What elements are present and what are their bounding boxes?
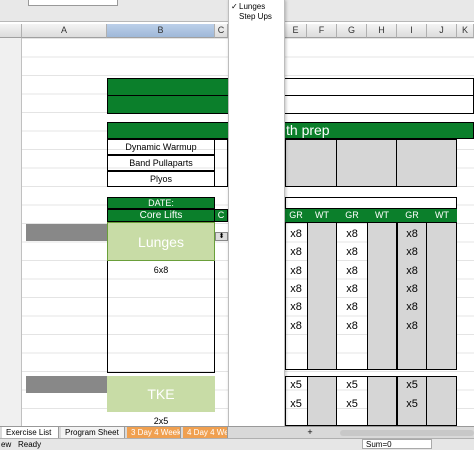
dropdown-arrow-icon[interactable]: ⬍ (215, 232, 228, 241)
warmup-week2 (337, 139, 397, 187)
view-label[interactable]: ew (1, 439, 11, 450)
program-title: th prep (286, 122, 330, 138)
warmup-dynamic: Dynamic Warmup (107, 139, 215, 155)
column-header-h[interactable]: H (367, 24, 397, 38)
ex1-week3-wt[interactable] (427, 222, 457, 370)
row-headers[interactable] (0, 38, 22, 426)
warmup-plyos: Plyos (107, 171, 215, 187)
header-wt-1: WT (307, 209, 337, 222)
column-header-a[interactable]: A (22, 24, 107, 38)
ex2-week1-wt[interactable] (307, 376, 337, 426)
column-header-g[interactable]: G (337, 24, 367, 38)
exercise1-row-marker (26, 224, 107, 241)
column-header-f[interactable]: F (307, 24, 337, 38)
exercise2-scheme: 2x5 (153, 416, 169, 426)
exercise2-row-marker (26, 376, 107, 393)
warmup-week3 (397, 139, 457, 187)
title-row-2-right (285, 96, 474, 114)
ex1-week2-wt[interactable] (367, 222, 397, 370)
ex2-rep-r1-w2[interactable]: x5 (337, 376, 367, 395)
warmup-week1 (285, 139, 337, 187)
ex1-rep-r5-w1[interactable]: x8 (285, 298, 307, 316)
header-gr-3: GR (397, 209, 427, 222)
ex1-rep-r6-w3[interactable]: x8 (397, 317, 427, 335)
exercise1-block (107, 261, 215, 373)
column-header-k[interactable]: K (457, 24, 474, 38)
ex1-rep-r5-w2[interactable]: x8 (337, 298, 367, 316)
header-wt-2: WT (367, 209, 397, 222)
ex1-rep-r4-w3[interactable]: x8 (397, 280, 427, 298)
validation-dropdown[interactable]: ✓ Lunges Step Ups (228, 0, 285, 450)
ex1-rep-r6-w1[interactable]: x8 (285, 317, 307, 335)
warmup-band-pullaparts: Band Pullaparts (107, 155, 215, 171)
program-title-bar: th prep (107, 122, 474, 139)
ex1-rep-r1-w1[interactable]: x8 (285, 225, 307, 243)
dropdown-item-step-ups[interactable]: Step Ups (239, 12, 272, 21)
header-gr-2: GR (337, 209, 367, 222)
status-ready: Ready (18, 440, 42, 449)
ex1-rep-r3-w3[interactable]: x8 (397, 262, 427, 280)
ex1-rep-r5-w3[interactable]: x8 (397, 298, 427, 316)
dropdown-item-lunges[interactable]: Lunges (239, 2, 265, 11)
column-header-b[interactable]: B (107, 24, 215, 38)
ex2-week3-wt[interactable] (427, 376, 457, 426)
ex1-rep-r3-w1[interactable]: x8 (285, 262, 307, 280)
column-header-i[interactable]: I (397, 24, 427, 38)
name-box[interactable] (28, 0, 118, 6)
header-wt-3: WT (427, 209, 457, 222)
status-bar: ew Ready Sum=0 (0, 438, 474, 450)
horizontal-scrollbar[interactable] (340, 430, 474, 436)
ex2-week2-wt[interactable] (367, 376, 397, 426)
ex1-rep-r1-w3[interactable]: x8 (397, 225, 427, 243)
ex2-rep-r1-w1[interactable]: x5 (285, 376, 307, 395)
column-header-e[interactable]: E (285, 24, 307, 38)
title-row-1-right (285, 78, 474, 96)
exercise1-name[interactable]: Lunges (107, 222, 215, 261)
ex2-rep-r2-w2[interactable]: x5 (337, 395, 367, 414)
sum-display[interactable]: Sum=0 (362, 439, 432, 449)
ex2-rep-r2-w1[interactable]: x5 (285, 395, 307, 414)
checkmark-icon: ✓ (231, 2, 238, 11)
exercise2-name[interactable]: TKE (107, 376, 215, 412)
ex1-rep-r6-w2[interactable]: x8 (337, 317, 367, 335)
ex1-rep-r2-w2[interactable]: x8 (337, 243, 367, 261)
ex1-rep-r1-w2[interactable]: x8 (337, 225, 367, 243)
date-label: DATE: (107, 197, 215, 209)
ex2-rep-r2-w3[interactable]: x5 (397, 395, 427, 414)
core-lifts-header: Core Lifts (107, 209, 215, 222)
select-all-corner[interactable] (0, 24, 22, 38)
ex1-rep-r4-w2[interactable]: x8 (337, 280, 367, 298)
warmup-c-cells (215, 139, 228, 187)
column-header-c[interactable]: C (215, 24, 228, 38)
ex1-rep-r4-w1[interactable]: x8 (285, 280, 307, 298)
sheet-tabs: Exercise List Program Sheet 3 Day 4 Week… (0, 426, 474, 439)
add-sheet-icon[interactable]: + (305, 428, 315, 437)
header-gr-1: GR (285, 209, 307, 222)
header-c: C (215, 209, 228, 222)
ex1-week1-wt[interactable] (307, 222, 337, 370)
ex1-rep-r2-w1[interactable]: x8 (285, 243, 307, 261)
ex1-rep-r2-w3[interactable]: x8 (397, 243, 427, 261)
ex2-rep-r1-w3[interactable]: x5 (397, 376, 427, 395)
column-header-j[interactable]: J (427, 24, 457, 38)
date-value-row (285, 197, 457, 209)
ex1-rep-r3-w2[interactable]: x8 (337, 262, 367, 280)
